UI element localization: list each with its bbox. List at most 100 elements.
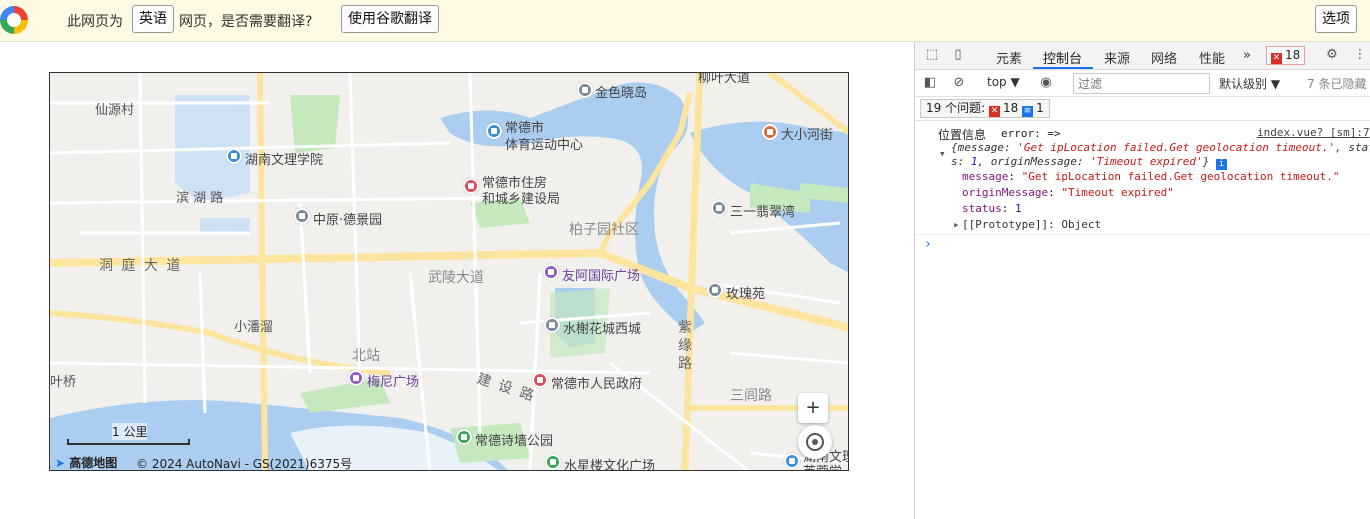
console-prototype-row[interactable]: [[Prototype]]: Object — [962, 218, 1101, 231]
console-divider — [915, 234, 1370, 235]
error-count: 18 — [1285, 48, 1301, 62]
error-count-badge[interactable]: ✕ 18 — [1266, 46, 1306, 65]
map-label-ziyuan: 紫 缘 路 — [678, 320, 694, 372]
device-toolbar-icon[interactable]: ▯ — [951, 48, 965, 62]
mall-icon — [348, 370, 364, 386]
issues-bar: 19 个问题: ✕ 18 ≡ 1 — [915, 97, 1370, 121]
issues-message-icon: ≡ — [1022, 106, 1034, 117]
map-label-jinseshiao: 金色晓岛 — [595, 86, 648, 101]
map-label-zhongyuan: 中原·德景园 — [313, 213, 383, 228]
scale-bar — [67, 439, 190, 445]
sports-center-icon — [486, 123, 502, 139]
scale-label: 1 公里 — [112, 423, 148, 440]
gov-star-icon — [463, 178, 479, 194]
park-icon — [456, 429, 472, 445]
settings-gear-icon[interactable]: ⚙ — [1325, 48, 1339, 62]
poi-gray-icon — [577, 82, 593, 98]
console-log-prefix: error: => — [1001, 127, 1061, 140]
clear-console-icon[interactable]: ⊘ — [952, 76, 966, 90]
console-toolbar: ◧ ⊘ top ▼ ◉ 默认级别 ▼ 7 条已隐藏 — [915, 70, 1370, 97]
zoom-in-button[interactable]: + — [798, 393, 828, 423]
map-label-beizhan: 北站 — [352, 348, 380, 364]
poi-orange-icon — [762, 124, 778, 140]
collapse-triangle-icon[interactable]: ▸ — [953, 218, 960, 231]
inspect-element-icon[interactable]: ⬚ — [925, 48, 939, 62]
active-tab-indicator — [1033, 67, 1093, 69]
map-label-hunan-wenli: 湖南文理学院 — [245, 153, 324, 168]
map-label-renmin: 常德市人民政府 — [551, 377, 643, 392]
map-label-shuixie: 水榭花城西城 — [563, 322, 642, 337]
console-summary-line2: s: 1, originMessage: 'Timeout expired'} … — [951, 155, 1230, 170]
tab-sources[interactable]: 来源 — [1104, 48, 1130, 67]
options-button[interactable]: 选项 — [1315, 5, 1357, 33]
context-select[interactable]: top ▼ — [987, 75, 1020, 89]
tab-console[interactable]: 控制台 — [1043, 48, 1082, 67]
tab-network[interactable]: 网络 — [1151, 48, 1177, 67]
translate-button[interactable]: 使用谷歌翻译 — [341, 5, 439, 33]
more-tabs-button[interactable]: » — [1243, 48, 1251, 63]
poi-gray-icon — [707, 282, 723, 298]
tab-elements[interactable]: 元素 — [996, 48, 1022, 67]
school-icon — [226, 148, 242, 164]
console-summary-line1: {message: 'Get ipLocation failed.Get geo… — [951, 141, 1370, 154]
devtools-tabbar: ⬚ ▯ 元素 控制台 来源 网络 性能 » ✕ 18 ⚙ ⋮ — [915, 42, 1370, 70]
map-label-furong: 芙蓉学 — [803, 461, 842, 470]
map-label-dongting: 洞 庭 大 道 — [99, 258, 183, 274]
map-label-shiqiang: 常德诗墙公园 — [475, 434, 554, 449]
map-label-wuling: 武陵大道 — [428, 270, 484, 286]
info-icon: i — [1215, 159, 1227, 170]
map-label-sanlv: 三闾路 — [730, 388, 772, 404]
google-translate-icon — [0, 6, 28, 34]
translate-bar: 此网页为 英语 网页，是否需要翻译? 使用谷歌翻译 选项 — [0, 0, 1370, 42]
translate-question: 网页，是否需要翻译? — [179, 14, 313, 30]
expand-triangle-icon[interactable]: ▾ — [939, 147, 946, 160]
map-label-xiaopan: 小潘溜 — [234, 320, 274, 335]
map-label-binhu: 滨 湖 路 — [176, 191, 224, 206]
issues-error-icon: ✕ — [988, 106, 1000, 117]
map-label-youa: 友阿国际广场 — [562, 269, 641, 284]
map-label-meini: 梅尼广场 — [367, 375, 420, 390]
map-label-boziyuan: 柏子园社区 — [569, 222, 639, 238]
map-label-yeqiao: 叶桥 — [50, 375, 77, 390]
hidden-messages-count: 7 条已隐藏 — [1307, 77, 1367, 91]
park-icon — [545, 454, 561, 470]
map-label-xianyuan: 仙源村 — [95, 103, 135, 118]
issues-button[interactable]: 19 个问题: ✕ 18 ≡ 1 — [920, 99, 1050, 118]
poi-gray-icon — [711, 200, 727, 216]
mall-icon — [543, 264, 559, 280]
filter-input[interactable] — [1073, 73, 1210, 94]
gov-star-icon — [532, 372, 548, 388]
error-icon: ✕ — [1271, 53, 1282, 64]
school-icon — [784, 453, 800, 469]
amap-logo-text: 高德地图 — [69, 456, 118, 470]
locate-icon[interactable] — [798, 425, 832, 459]
console-message-row: message: "Get ipLocation failed.Get geol… — [962, 170, 1340, 183]
console-status-row: status: 1 — [962, 202, 1022, 215]
amap-arrow-icon: ➤ — [55, 456, 66, 470]
translate-prefix: 此网页为 — [67, 14, 123, 30]
map-label-zhufang2: 和城乡建设局 — [482, 192, 561, 207]
log-level-select[interactable]: 默认级别 ▼ — [1219, 75, 1280, 92]
map-label-meigui: 玫瑰苑 — [726, 287, 766, 302]
map-label-liuye: 柳叶大道 — [698, 72, 751, 86]
poi-gray-icon — [544, 317, 560, 333]
console-source-link[interactable]: index.vue? [sm]:7 — [1257, 126, 1370, 139]
issues-label: 19 个问题: — [926, 101, 986, 115]
kebab-menu-icon[interactable]: ⋮ — [1353, 48, 1367, 62]
console-origin-row: originMessage: "Timeout expired" — [962, 186, 1174, 199]
map-label-sports2: 体育运动中心 — [505, 138, 584, 153]
sidebar-toggle-icon[interactable]: ◧ — [923, 76, 937, 90]
devtools-panel: ⬚ ▯ 元素 控制台 来源 网络 性能 » ✕ 18 ⚙ ⋮ ◧ ⊘ top ▼ … — [914, 42, 1370, 519]
tab-performance[interactable]: 性能 — [1199, 48, 1225, 67]
source-language-button[interactable]: 英语 — [132, 5, 174, 33]
live-expression-eye-icon[interactable]: ◉ — [1039, 76, 1053, 90]
map-copyright: © 2024 AutoNavi - GS(2021)6375号 — [136, 457, 353, 471]
console-prompt-icon[interactable]: › — [924, 237, 932, 252]
amap-logo: ➤ 高德地图 — [55, 454, 118, 470]
map-label-sanyi: 三一翡翠湾 — [730, 205, 796, 220]
poi-gray-icon — [294, 208, 310, 224]
issues-message-count: 1 — [1036, 101, 1044, 115]
map-container[interactable]: 仙源村 金色晓岛 柳叶大道 常德市 体育运动中心 大小河街 湖南文理学院 常德市… — [49, 72, 849, 471]
map-label-daxiaohe: 大小河街 — [781, 128, 834, 143]
map-label-shuixinglou: 水星楼文化广场 — [564, 459, 656, 471]
